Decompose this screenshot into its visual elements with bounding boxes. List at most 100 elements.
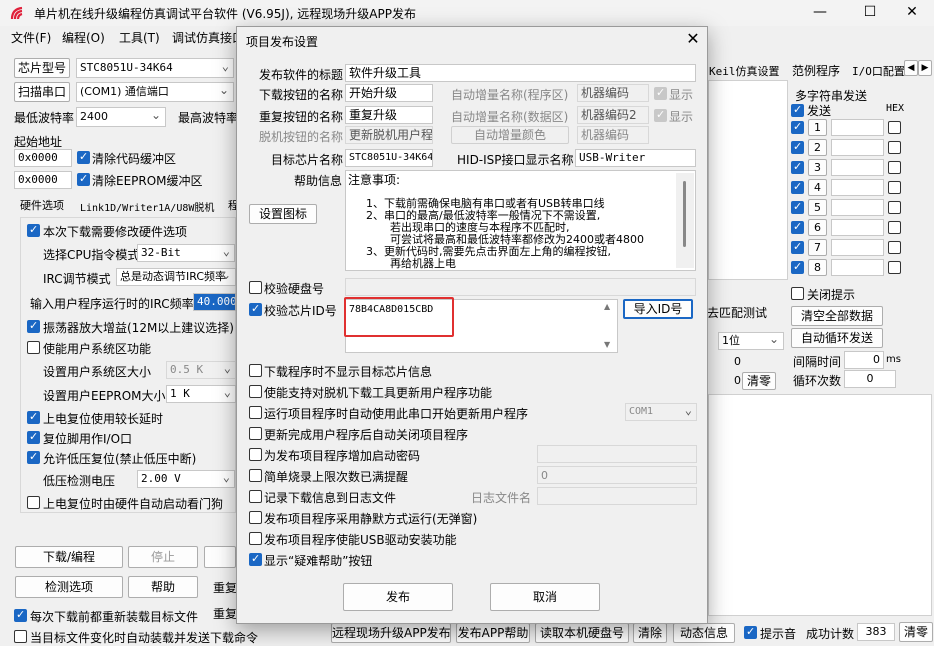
verify-disk-checkbox[interactable] bbox=[249, 281, 262, 294]
log-file-input[interactable] bbox=[537, 487, 697, 505]
minimize-button[interactable]: — bbox=[798, 0, 842, 26]
send-row-checkbox[interactable] bbox=[791, 140, 804, 154]
send-row-checkbox[interactable] bbox=[791, 260, 804, 274]
reset-pin-io-checkbox[interactable] bbox=[27, 430, 40, 444]
irc-freq-input[interactable]: 40.000 bbox=[193, 293, 236, 311]
chip-id-scroll-down-icon[interactable]: ▼ bbox=[604, 340, 610, 349]
send-row-button[interactable]: 5 bbox=[808, 199, 827, 216]
help-info-textarea[interactable]: 注意事项: 1、下载前需确保电脑有串口或者有USB转串口线 2、串口的最高/最低… bbox=[345, 170, 696, 271]
clear-all-button[interactable]: 清空全部数据 bbox=[791, 306, 883, 326]
send-row-button[interactable]: 3 bbox=[808, 159, 827, 176]
publish-help-button[interactable]: 发布APP帮助 bbox=[456, 623, 530, 643]
send-row-hex-checkbox[interactable] bbox=[888, 241, 901, 254]
repeat-button-partial[interactable] bbox=[204, 546, 236, 568]
show-prog-checkbox[interactable] bbox=[654, 86, 667, 100]
auto-inc-prog-input[interactable]: 机器编码 bbox=[577, 84, 649, 102]
dynamic-info-button[interactable]: 动态信息 bbox=[673, 623, 735, 643]
user-sys-size-select[interactable]: 0.5 K bbox=[166, 361, 236, 379]
offline-btn-name-input[interactable]: 更新脱机用户程 bbox=[345, 126, 433, 144]
help-button[interactable]: 帮助 bbox=[128, 576, 198, 598]
tab-link1d[interactable]: Link1D/Writer1A/U8W脱机 bbox=[80, 199, 214, 214]
auto-load-on-change-checkbox[interactable] bbox=[14, 630, 27, 643]
cancel-button[interactable]: 取消 bbox=[490, 583, 600, 611]
option-checkbox[interactable] bbox=[249, 385, 262, 398]
password-input[interactable] bbox=[537, 445, 697, 463]
auto-inc-data-input[interactable]: 机器编码2 bbox=[577, 106, 649, 124]
option-checkbox[interactable] bbox=[249, 469, 262, 482]
hid-name-input[interactable]: USB-Writer bbox=[575, 149, 696, 167]
send-row-input[interactable] bbox=[831, 179, 884, 196]
send-row-button[interactable]: 6 bbox=[808, 219, 827, 236]
download-program-button[interactable]: 下载/编程 bbox=[15, 546, 123, 568]
beep-checkbox[interactable] bbox=[744, 625, 757, 639]
auto-inc-color-button[interactable]: 自动增量颜色 bbox=[451, 126, 569, 144]
send-row-button[interactable]: 7 bbox=[808, 239, 827, 256]
tab-keil-sim[interactable]: Keil仿真设置 bbox=[709, 63, 780, 79]
limit-input[interactable]: 0 bbox=[537, 466, 697, 484]
send-row-hex-checkbox[interactable] bbox=[888, 141, 901, 154]
detect-options-button[interactable]: 检测选项 bbox=[15, 576, 123, 598]
send-row-input[interactable] bbox=[831, 199, 884, 216]
send-row-button[interactable]: 8 bbox=[808, 259, 827, 276]
option-checkbox[interactable] bbox=[249, 532, 262, 545]
port-select[interactable]: (COM1) 通信端口 bbox=[76, 82, 234, 102]
send-row-checkbox[interactable] bbox=[791, 220, 804, 234]
clear-code-buffer-checkbox[interactable] bbox=[77, 150, 90, 164]
send-row-input[interactable] bbox=[831, 119, 884, 136]
tab-examples[interactable]: 范例程序 bbox=[792, 62, 840, 79]
output-area[interactable] bbox=[708, 394, 932, 616]
power-reset-delay-checkbox[interactable] bbox=[27, 410, 40, 424]
disk-id-input[interactable] bbox=[345, 278, 696, 296]
stop-button[interactable]: 停止 bbox=[128, 546, 198, 568]
set-icon-button[interactable]: 设置图标 bbox=[249, 204, 317, 224]
min-baud-select[interactable]: 2400 bbox=[76, 107, 166, 127]
send-row-hex-checkbox[interactable] bbox=[888, 161, 901, 174]
verify-chip-id-checkbox[interactable] bbox=[249, 302, 262, 316]
use-user-sys-checkbox[interactable] bbox=[27, 341, 40, 354]
option-checkbox[interactable] bbox=[249, 406, 262, 419]
irc-mode-select[interactable]: 总是动态调节IRC频率 bbox=[116, 268, 236, 286]
send-row-checkbox[interactable] bbox=[791, 160, 804, 174]
modify-hw-checkbox[interactable] bbox=[27, 223, 40, 237]
tab-scroll-left-icon[interactable]: ◀ bbox=[904, 60, 918, 76]
low-volt-reset-checkbox[interactable] bbox=[27, 450, 40, 464]
wdt-on-reset-checkbox[interactable] bbox=[27, 496, 40, 509]
show-data-checkbox[interactable] bbox=[654, 108, 667, 122]
help-scrollbar[interactable] bbox=[676, 173, 694, 268]
option-checkbox[interactable] bbox=[249, 364, 262, 377]
send-row-checkbox[interactable] bbox=[791, 180, 804, 194]
chip-type-select[interactable]: STC8051U-34K64 bbox=[76, 58, 234, 78]
send-row-checkbox[interactable] bbox=[791, 240, 804, 254]
target-chip-input[interactable]: STC8051U-34K64 bbox=[345, 149, 433, 167]
remote-publish-button[interactable]: 远程现场升级APP发布 bbox=[331, 623, 451, 643]
send-row-hex-checkbox[interactable] bbox=[888, 181, 901, 194]
tab-scroll-right-icon[interactable]: ▶ bbox=[918, 60, 932, 76]
send-rows-scrollbar[interactable] bbox=[909, 119, 921, 279]
option-checkbox[interactable] bbox=[249, 448, 262, 461]
eeprom-size-select[interactable]: 1 K bbox=[166, 385, 236, 403]
send-row-hex-checkbox[interactable] bbox=[888, 201, 901, 214]
send-row-input[interactable] bbox=[831, 219, 884, 236]
import-id-button[interactable]: 导入ID号 bbox=[623, 299, 693, 319]
option-checkbox[interactable] bbox=[249, 552, 262, 566]
send-row-button[interactable]: 4 bbox=[808, 179, 827, 196]
auto-loop-button[interactable]: 自动循环发送 bbox=[791, 328, 883, 348]
reset-count-button[interactable]: 清零 bbox=[899, 622, 933, 642]
tab-io-config[interactable]: I/O口配置 bbox=[852, 63, 905, 79]
send-row-button[interactable]: 2 bbox=[808, 139, 827, 156]
send-all-checkbox[interactable] bbox=[791, 103, 804, 117]
option-checkbox[interactable] bbox=[249, 427, 262, 440]
scan-port-button[interactable]: 扫描串口 bbox=[14, 82, 70, 102]
start-addr-input-1[interactable]: 0x0000 bbox=[14, 149, 72, 167]
send-row-input[interactable] bbox=[831, 259, 884, 276]
close-hint-checkbox[interactable] bbox=[791, 287, 804, 300]
option-checkbox[interactable] bbox=[249, 490, 262, 503]
bits-select[interactable]: 1位 bbox=[718, 332, 784, 350]
receive-area[interactable] bbox=[708, 80, 788, 280]
send-row-hex-checkbox[interactable] bbox=[888, 121, 901, 134]
send-row-hex-checkbox[interactable] bbox=[888, 221, 901, 234]
clear-output-button[interactable]: 清除 bbox=[633, 623, 667, 643]
send-row-checkbox[interactable] bbox=[791, 120, 804, 134]
loop-count-input[interactable]: 0 bbox=[844, 370, 896, 388]
publish-button[interactable]: 发布 bbox=[343, 583, 453, 611]
